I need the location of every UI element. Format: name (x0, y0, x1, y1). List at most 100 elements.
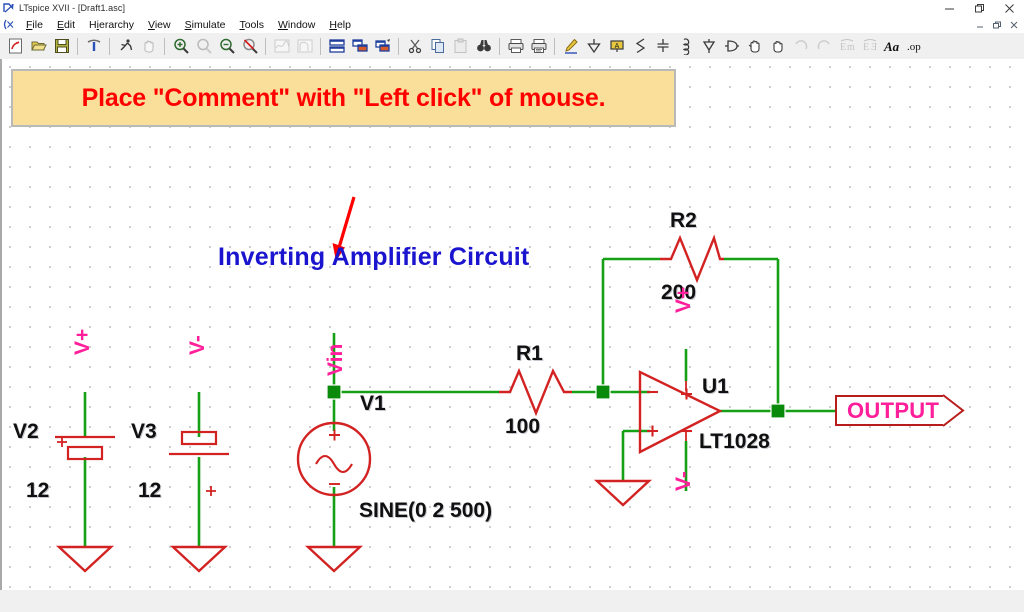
label-v3-value[interactable]: 12 (138, 479, 161, 503)
net-label-icon[interactable]: A (605, 35, 628, 58)
comment-box[interactable]: Place "Comment" with "Left click" of mou… (11, 69, 676, 127)
menu-view[interactable]: View (141, 18, 178, 32)
polarity-marks (57, 437, 216, 496)
ground-v2 (55, 545, 115, 573)
mdi-minimize-button[interactable] (971, 18, 988, 32)
undo-icon[interactable] (789, 35, 812, 58)
ltspice-logo-icon (3, 2, 15, 14)
menu-bar: File Edit Hierarchy View Simulate Tools … (0, 16, 1024, 33)
circuit-title-text[interactable]: Inverting Amplifier Circuit (218, 243, 529, 272)
document-app-icon (3, 18, 17, 31)
hand-pan-icon[interactable] (137, 35, 160, 58)
print-preview-icon[interactable] (527, 35, 550, 58)
tile-vertical-icon[interactable] (348, 35, 371, 58)
copy-icon[interactable] (426, 35, 449, 58)
menu-edit[interactable]: Edit (50, 18, 82, 32)
mdi-close-button[interactable] (1005, 18, 1022, 32)
schematic-svg (55, 196, 835, 573)
v2-plus-sign (57, 437, 67, 447)
menu-hierarchy[interactable]: Hierarchy (82, 18, 141, 32)
menu-simulate[interactable]: Simulate (178, 18, 233, 32)
net-label-vin[interactable]: Vin (324, 344, 348, 376)
find-binoculars-icon[interactable] (472, 35, 495, 58)
menu-file[interactable]: File (19, 18, 50, 32)
rotate-icon[interactable]: E Ǝ (858, 35, 881, 58)
zoom-area-icon[interactable] (192, 35, 215, 58)
main-toolbar: A E m E Ǝ Aa .op (0, 33, 1024, 60)
paste-icon[interactable] (449, 35, 472, 58)
label-u1-value[interactable]: LT1028 (699, 430, 770, 454)
runner-halt-icon[interactable] (114, 35, 137, 58)
label-v2-value[interactable]: 12 (26, 479, 49, 503)
svg-text:Aa: Aa (883, 39, 900, 54)
label-r1-value[interactable]: 100 (505, 415, 540, 439)
label-u1-ref[interactable]: U1 (702, 375, 729, 399)
resistor-r1-body (499, 367, 572, 417)
cascade-icon[interactable] (371, 35, 394, 58)
save-floppy-icon[interactable] (50, 35, 73, 58)
restore-button[interactable] (964, 0, 994, 16)
net-label-opamp-vplus[interactable]: V+ (672, 287, 696, 313)
fft-icon[interactable] (293, 35, 316, 58)
draw-wire-pencil-icon[interactable] (559, 35, 582, 58)
svg-text:Ǝ: Ǝ (871, 42, 877, 53)
tile-horizontal-icon[interactable] (325, 35, 348, 58)
inductor-icon[interactable] (674, 35, 697, 58)
menu-window[interactable]: Window (271, 18, 322, 32)
comment-text: Place "Comment" with "Left click" of mou… (81, 83, 606, 112)
redo-icon[interactable] (812, 35, 835, 58)
window-controls (934, 0, 1024, 16)
mdi-window-controls (971, 18, 1024, 32)
label-v1-ref[interactable]: V1 (360, 392, 386, 416)
label-r1-ref[interactable]: R1 (516, 342, 543, 366)
title-bar: LTspice XVII - [Draft1.asc] (0, 0, 1024, 17)
minimize-button[interactable] (934, 0, 964, 16)
source-v1-plus (329, 429, 340, 441)
menu-tools[interactable]: Tools (232, 18, 271, 32)
output-net-flag[interactable]: OUTPUT (835, 394, 965, 427)
label-r2-ref[interactable]: R2 (670, 209, 697, 233)
net-label-v2-plus[interactable]: V+ (71, 329, 95, 355)
net-label-v3-minus[interactable]: V- (186, 335, 210, 355)
close-button[interactable] (994, 0, 1024, 16)
move-hand-icon[interactable] (743, 35, 766, 58)
capacitor-icon[interactable] (651, 35, 674, 58)
component-icon[interactable] (720, 35, 743, 58)
diode-icon[interactable] (697, 35, 720, 58)
cut-scissors-icon[interactable] (403, 35, 426, 58)
menu-help[interactable]: Help (322, 18, 358, 32)
label-v1-value[interactable]: SINE(0 2 500) (359, 499, 492, 523)
hammer-build-icon[interactable] (82, 35, 105, 58)
zoom-back-icon[interactable] (238, 35, 261, 58)
output-flag-label: OUTPUT (847, 397, 940, 423)
mdi-restore-button[interactable] (988, 18, 1005, 32)
junction-inverting-input (595, 384, 611, 400)
ground-icon[interactable] (582, 35, 605, 58)
schematic-drawing: Place "Comment" with "Left click" of mou… (2, 59, 1024, 590)
text-aa-icon[interactable]: Aa (881, 35, 904, 58)
label-v3-ref[interactable]: V3 (131, 420, 157, 444)
waveform-icon[interactable] (270, 35, 293, 58)
ltspice-window: LTspice XVII - [Draft1.asc] File Edit Hi… (0, 0, 1024, 612)
new-schematic-icon[interactable] (4, 35, 27, 58)
resistor-icon[interactable] (628, 35, 651, 58)
zoom-out-icon[interactable] (215, 35, 238, 58)
schematic-canvas-area[interactable]: Place "Comment" with "Left click" of mou… (0, 59, 1024, 590)
spice-directive-icon[interactable]: .op (904, 35, 927, 58)
mirror-icon[interactable]: E m (835, 35, 858, 58)
schematic-grid[interactable]: Place "Comment" with "Left click" of mou… (2, 59, 1024, 590)
ground-v3 (169, 545, 229, 573)
ground-v1 (304, 545, 364, 573)
output-flag-tip (942, 394, 965, 427)
print-icon[interactable] (504, 35, 527, 58)
source-v1-sine (315, 454, 353, 474)
drag-hand-icon[interactable] (766, 35, 789, 58)
status-bar (0, 590, 1024, 612)
window-title: LTspice XVII - [Draft1.asc] (19, 3, 126, 13)
svg-text:E: E (863, 42, 869, 53)
zoom-in-icon[interactable] (169, 35, 192, 58)
open-folder-icon[interactable] (27, 35, 50, 58)
junction-vin (326, 384, 342, 400)
label-v2-ref[interactable]: V2 (13, 420, 39, 444)
net-label-opamp-vminus[interactable]: V- (672, 471, 696, 491)
